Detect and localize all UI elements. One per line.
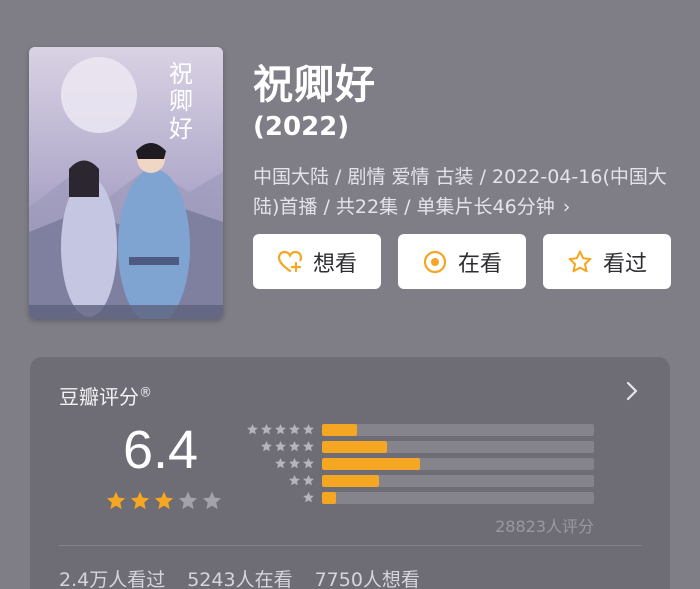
target-icon [423, 250, 447, 273]
meta-info[interactable]: 中国大陆 / 剧情 爱情 古装 / 2022-04-16(中国大陆)首播 / 共… [253, 162, 673, 222]
distribution-bar-track [322, 491, 594, 504]
star-filled-icon [154, 491, 174, 510]
star-small-icon [303, 474, 314, 486]
distribution-row [245, 421, 594, 438]
distribution-bar-fill [322, 457, 420, 470]
star-small-icon [303, 457, 314, 469]
svg-text:卿: 卿 [169, 87, 193, 115]
distribution-bar-track [322, 440, 594, 453]
watched-count[interactable]: 2.4万人看过 [59, 565, 165, 589]
chevron-right-icon[interactable] [624, 379, 640, 403]
star-outline-icon [568, 250, 592, 272]
want-count[interactable]: 7750人想看 [315, 565, 420, 589]
rating-score: 6.4 [123, 420, 199, 480]
distribution-stars [245, 423, 315, 436]
rating-distribution [245, 421, 594, 506]
star-small-icon [289, 423, 300, 435]
page-title: 祝卿好 [253, 62, 376, 108]
star-small-icon [275, 440, 286, 452]
star-small-icon [261, 440, 272, 452]
watching-label: 在看 [457, 251, 502, 277]
stats-row: 2.4万人看过 5243人在看 7750人想看 [59, 565, 420, 589]
heart-plus-icon [277, 250, 303, 272]
poster-image[interactable]: 祝 卿 好 [29, 47, 223, 319]
svg-text:祝: 祝 [169, 60, 193, 88]
watching-button[interactable]: 在看 [398, 234, 526, 289]
watching-count[interactable]: 5243人在看 [187, 565, 292, 589]
star-small-icon [247, 423, 258, 435]
star-small-icon [303, 423, 314, 435]
star-small-icon [289, 474, 300, 486]
distribution-row [245, 489, 594, 506]
distribution-bar-fill [322, 474, 380, 487]
release-year: (2022) [253, 112, 350, 142]
distribution-stars [245, 457, 315, 470]
star-small-icon [289, 440, 300, 452]
want-to-watch-label: 想看 [312, 251, 357, 277]
meta-text: 中国大陆 / 剧情 爱情 古装 / 2022-04-16(中国大陆)首播 / 共… [253, 166, 667, 218]
want-to-watch-button[interactable]: 想看 [253, 234, 381, 289]
divider [59, 545, 642, 546]
distribution-bar-fill [322, 440, 388, 453]
rating-title: 豆瓣评分® [59, 381, 152, 410]
distribution-row [245, 438, 594, 455]
svg-text:好: 好 [169, 115, 193, 143]
distribution-bar-track [322, 457, 594, 470]
distribution-stars [245, 474, 315, 487]
watched-button[interactable]: 看过 [543, 234, 671, 289]
distribution-bar-track [322, 423, 594, 436]
distribution-stars [245, 491, 315, 504]
action-bar: 想看 在看 看过 [253, 234, 671, 289]
rating-card[interactable]: 豆瓣评分® 6.4 28823人评分 2.4万人看过 5243人在看 7750人… [30, 357, 670, 589]
star-filled-icon [106, 491, 126, 510]
rating-title-text: 豆瓣评分 [59, 385, 139, 409]
star-empty-icon [178, 491, 198, 510]
star-small-icon [303, 440, 314, 452]
distribution-bar-fill [322, 491, 336, 504]
star-small-icon [275, 423, 286, 435]
star-small-icon [289, 457, 300, 469]
registered-mark: ® [139, 385, 152, 401]
distribution-bar-fill [322, 423, 358, 436]
star-small-icon [275, 457, 286, 469]
distribution-bar-track [322, 474, 594, 487]
star-filled-icon [130, 491, 150, 510]
distribution-stars [245, 440, 315, 453]
distribution-row [245, 472, 594, 489]
star-empty-icon [202, 491, 222, 510]
rating-count: 28823人评分 [495, 517, 594, 536]
watched-label: 看过 [602, 251, 647, 277]
chevron-right-icon: › [562, 196, 571, 218]
rating-stars [105, 490, 223, 512]
star-small-icon [303, 491, 314, 503]
star-small-icon [261, 423, 272, 435]
distribution-row [245, 455, 594, 472]
